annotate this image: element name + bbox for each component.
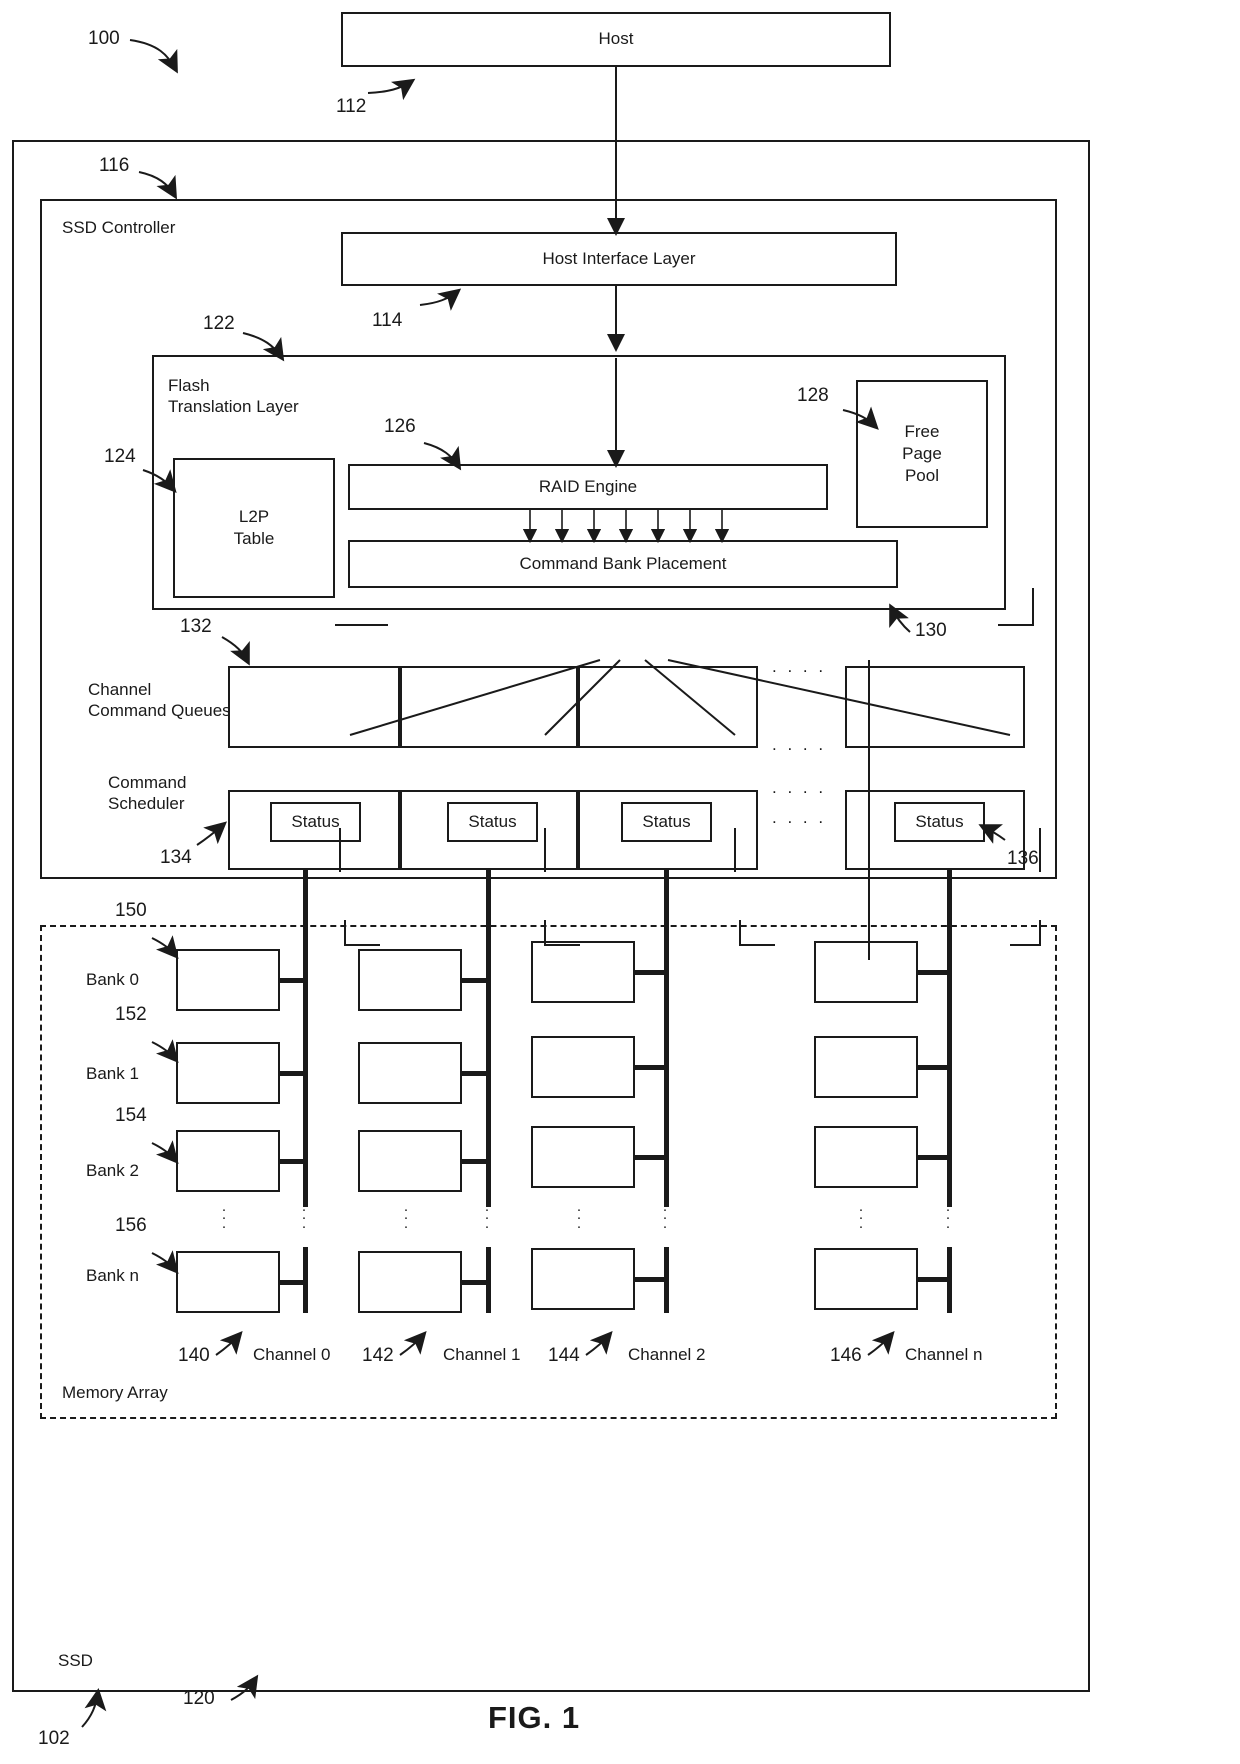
ssd-controller-label: SSD Controller [62, 218, 176, 237]
channel-label-0: Channel 0 [253, 1345, 331, 1364]
channel-bus-0 [303, 870, 308, 1207]
ref-102: 102 [38, 1728, 70, 1749]
die-bus-stub-cn-b0 [918, 970, 949, 975]
memory-die-cn-bn [814, 1248, 918, 1310]
memory-die-cn-b0 [814, 941, 918, 1003]
figure-title: FIG. 1 [488, 1700, 581, 1735]
bank-label-n: Bank n [86, 1266, 139, 1285]
queue-row-ellipsis-2: . . . . [772, 735, 827, 754]
memory-die-c2-b1 [531, 1036, 635, 1098]
status-label-0: Status [291, 811, 340, 831]
memory-die-c0-b0 [176, 949, 280, 1011]
die-bus-stub-c0-bn [280, 1280, 305, 1285]
channel-command-queues-label: Channel Command Queues [88, 680, 231, 721]
command-bank-placement-label: Command Bank Placement [519, 553, 727, 573]
die-bus-stub-c2-b0 [635, 970, 666, 975]
memory-die-c1-b0 [358, 949, 462, 1011]
free-page-pool-label: Free Page Pool [902, 421, 942, 486]
bank-ellipsis-c0: · · · [221, 1201, 227, 1235]
status-label-n: Status [915, 811, 964, 831]
bank-ellipsis-cn-bus: · · · [945, 1201, 951, 1235]
scheduler-row-ellipsis-2: . . . . [772, 808, 827, 827]
die-bus-stub-cn-b1 [918, 1065, 949, 1070]
memory-die-c0-bn [176, 1251, 280, 1313]
bank-ellipsis-c2-bus: · · · [662, 1201, 668, 1235]
memory-die-c2-bn [531, 1248, 635, 1310]
memory-die-cn-b1 [814, 1036, 918, 1098]
memory-array-label: Memory Array [62, 1383, 168, 1402]
bank-ellipsis-c1: · · · [403, 1201, 409, 1235]
channel-command-queue-2 [578, 666, 758, 748]
memory-die-c1-b1 [358, 1042, 462, 1104]
host-interface-layer-label: Host Interface Layer [542, 248, 696, 268]
channel-label-n: Channel n [905, 1345, 983, 1364]
die-bus-stub-cn-bn [918, 1277, 949, 1282]
die-bus-stub-c0-b0 [280, 978, 305, 983]
die-bus-stub-c1-b0 [462, 978, 488, 983]
memory-die-c1-bn [358, 1251, 462, 1313]
command-scheduler-label: Command Scheduler [108, 773, 187, 814]
status-label-2: Status [642, 811, 691, 831]
bank-label-1: Bank 1 [86, 1064, 139, 1083]
die-bus-stub-c2-b2 [635, 1155, 666, 1160]
raid-engine-label: RAID Engine [538, 476, 638, 496]
figure-canvas: 100 112 116 114 122 126 128 124 130 132 … [0, 0, 1240, 1764]
ref-100: 100 [88, 28, 120, 49]
scheduler-row-ellipsis: . . . . [772, 778, 827, 797]
bank-ellipsis-c2: · · · [576, 1201, 582, 1235]
flash-translation-layer-label: Flash Translation Layer [168, 376, 299, 417]
memory-die-c2-b0 [531, 941, 635, 1003]
bank-label-2: Bank 2 [86, 1161, 139, 1180]
channel-bus-1 [486, 870, 491, 1207]
memory-die-c0-b2 [176, 1130, 280, 1192]
die-bus-stub-cn-b2 [918, 1155, 949, 1160]
die-bus-stub-c0-b2 [280, 1159, 305, 1164]
channel-label-2: Channel 2 [628, 1345, 706, 1364]
memory-die-cn-b2 [814, 1126, 918, 1188]
bank-ellipsis-c0-bus: · · · [301, 1201, 307, 1235]
die-bus-stub-c0-b1 [280, 1071, 305, 1076]
host-label: Host [598, 29, 634, 49]
queue-row-ellipsis: . . . . [772, 657, 827, 676]
channel-command-queue-0 [228, 666, 400, 748]
l2p-table-label: L2P Table [233, 506, 275, 548]
memory-die-c1-b2 [358, 1130, 462, 1192]
channel-label-1: Channel 1 [443, 1345, 521, 1364]
bank-ellipsis-cn: · · · [858, 1201, 864, 1235]
bank-label-0: Bank 0 [86, 970, 139, 989]
die-bus-stub-c1-b1 [462, 1071, 488, 1076]
memory-die-c0-b1 [176, 1042, 280, 1104]
status-label-1: Status [468, 811, 517, 831]
channel-command-queue-n [845, 666, 1025, 748]
die-bus-stub-c2-b1 [635, 1065, 666, 1070]
die-bus-stub-c1-bn [462, 1280, 488, 1285]
ssd-label: SSD [58, 1651, 93, 1670]
die-bus-stub-c2-bn [635, 1277, 666, 1282]
channel-command-queue-1 [400, 666, 578, 748]
ref-112: 112 [336, 96, 367, 117]
memory-die-c2-b2 [531, 1126, 635, 1188]
bank-ellipsis-c1-bus: · · · [484, 1201, 490, 1235]
die-bus-stub-c1-b2 [462, 1159, 488, 1164]
